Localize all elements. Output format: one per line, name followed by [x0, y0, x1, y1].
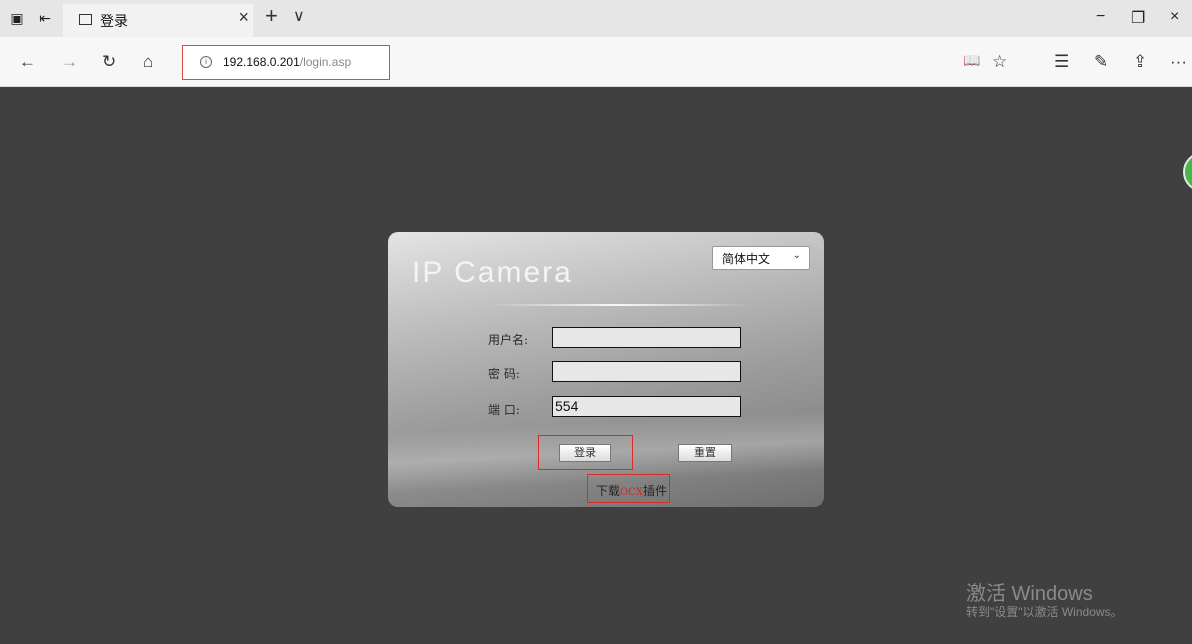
activation-watermark-title: 激活 Windows [966, 583, 1093, 605]
page-icon [79, 14, 92, 25]
language-select[interactable]: 简体中文 ⌄ [712, 246, 810, 270]
panel-title: IP Camera [412, 256, 573, 289]
download-prefix: 下载 [596, 484, 621, 498]
password-field[interactable] [552, 361, 741, 382]
navigation-bar: ← → ↻ ⌂ i 192.168.0.201/login.asp 📖 ☆ ☰ … [0, 37, 1192, 87]
tab-actions-icon[interactable]: ▣ [8, 9, 26, 27]
forward-icon[interactable]: → [61, 52, 78, 72]
login-panel: IP Camera 简体中文 ⌄ 用户名: 密 码: 端 口: 554 登录 重… [388, 232, 824, 507]
back-icon[interactable]: ← [19, 52, 36, 72]
favorite-star-icon[interactable]: ☆ [992, 52, 1007, 72]
share-icon[interactable]: ⇪ [1133, 52, 1147, 72]
download-ocx: OCX [620, 487, 643, 498]
language-selected: 简体中文 [722, 252, 771, 266]
download-plugin-link[interactable]: 下载OCX插件 [596, 482, 667, 499]
reading-view-icon[interactable]: 📖 [963, 52, 980, 69]
port-label: 端 口: [488, 403, 520, 417]
home-icon[interactable]: ⌂ [143, 52, 153, 72]
side-bubble-icon[interactable] [1183, 152, 1192, 192]
tab-preview-icon[interactable]: ∨ [293, 6, 305, 26]
more-icon[interactable]: ··· [1170, 52, 1187, 72]
download-suffix: 插件 [642, 484, 667, 498]
tab-login[interactable]: 登录 × [63, 4, 253, 37]
login-button[interactable]: 登录 [559, 444, 611, 462]
pen-icon[interactable]: ✎ [1094, 52, 1108, 72]
tab-title: 登录 [100, 13, 128, 29]
title-divider [488, 304, 748, 306]
minimize-icon[interactable]: − [1096, 8, 1105, 26]
address-bar[interactable]: i 192.168.0.201/login.asp [182, 45, 390, 80]
close-window-icon[interactable]: × [1170, 8, 1179, 26]
activation-watermark-subtitle: 转到"设置"以激活 Windows。 [966, 605, 1123, 619]
port-value: 554 [555, 398, 579, 414]
restore-icon[interactable]: ❐ [1131, 8, 1145, 28]
set-aside-tabs-icon[interactable]: ⇤ [36, 9, 54, 27]
url-text: 192.168.0.201/login.asp [223, 55, 351, 69]
username-label: 用户名: [488, 333, 529, 347]
reset-button[interactable]: 重置 [678, 444, 732, 462]
tab-bar: ▣ ⇤ 登录 × + ∨ − ❐ × [0, 0, 1192, 37]
site-info-icon[interactable]: i [200, 56, 212, 68]
url-host: 192.168.0.201 [223, 55, 300, 69]
port-field[interactable]: 554 [552, 396, 741, 417]
url-path: /login.asp [299, 55, 352, 69]
favorites-hub-icon[interactable]: ☰ [1054, 52, 1069, 72]
password-label: 密 码: [488, 367, 520, 381]
new-tab-icon[interactable]: + [265, 3, 278, 29]
chevron-down-icon: ⌄ [792, 250, 801, 261]
tab-close-icon[interactable]: × [238, 7, 249, 28]
refresh-icon[interactable]: ↻ [102, 52, 116, 72]
username-field[interactable] [552, 327, 741, 348]
